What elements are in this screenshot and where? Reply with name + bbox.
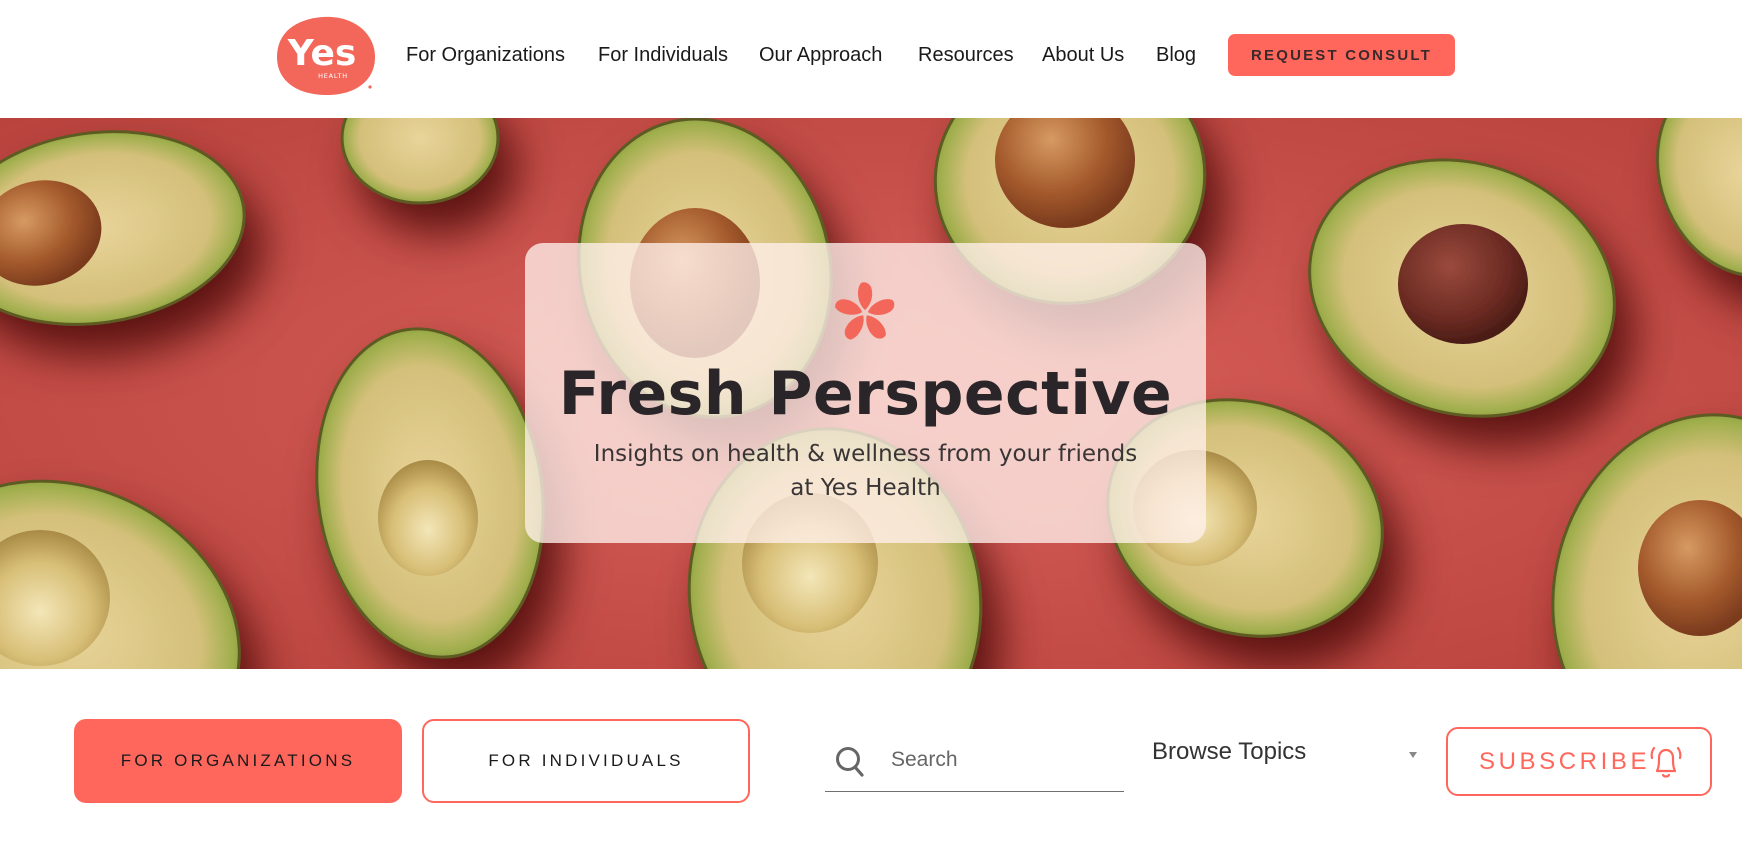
nav-for-organizations[interactable]: For Organizations [406,40,565,70]
caret-down-icon [1409,752,1417,758]
bell-icon [1650,746,1682,778]
nav-about-us[interactable]: About Us [1042,40,1124,70]
search-input[interactable] [891,740,1111,780]
nav-our-approach[interactable]: Our Approach [759,40,882,70]
nav-for-individuals[interactable]: For Individuals [598,40,728,70]
site-header: Yes HEALTH For Organizations For Individ… [0,0,1742,118]
request-consult-button[interactable]: REQUEST CONSULT [1228,34,1455,76]
hero-card: Fresh Perspective Insights on health & w… [525,243,1206,543]
yes-health-logo[interactable]: Yes HEALTH [275,15,376,96]
browse-topics-label: Browse Topics [1152,738,1307,765]
subscribe-button[interactable]: SUBSCRIBE [1446,727,1712,796]
search-field [825,724,1124,792]
subscribe-label: SUBSCRIBE [1479,748,1651,775]
hero-subtitle: Insights on health & wellness from your … [593,441,1138,501]
filter-bar: FOR ORGANIZATIONS FOR INDIVIDUALS Browse… [0,669,1742,844]
nav-blog[interactable]: Blog [1156,40,1196,70]
flower-icon [835,282,895,340]
browse-topics-dropdown[interactable]: Browse Topics [1152,724,1417,780]
hero-title: Fresh Perspective [558,359,1173,429]
svg-text:HEALTH: HEALTH [318,72,348,80]
for-individuals-button[interactable]: FOR INDIVIDUALS [422,719,750,803]
for-organizations-button[interactable]: FOR ORGANIZATIONS [74,719,402,803]
nav-resources[interactable]: Resources [918,40,1014,70]
search-icon[interactable] [835,746,865,778]
svg-text:Yes: Yes [287,33,357,74]
hero-banner: Fresh Perspective Insights on health & w… [0,118,1742,669]
